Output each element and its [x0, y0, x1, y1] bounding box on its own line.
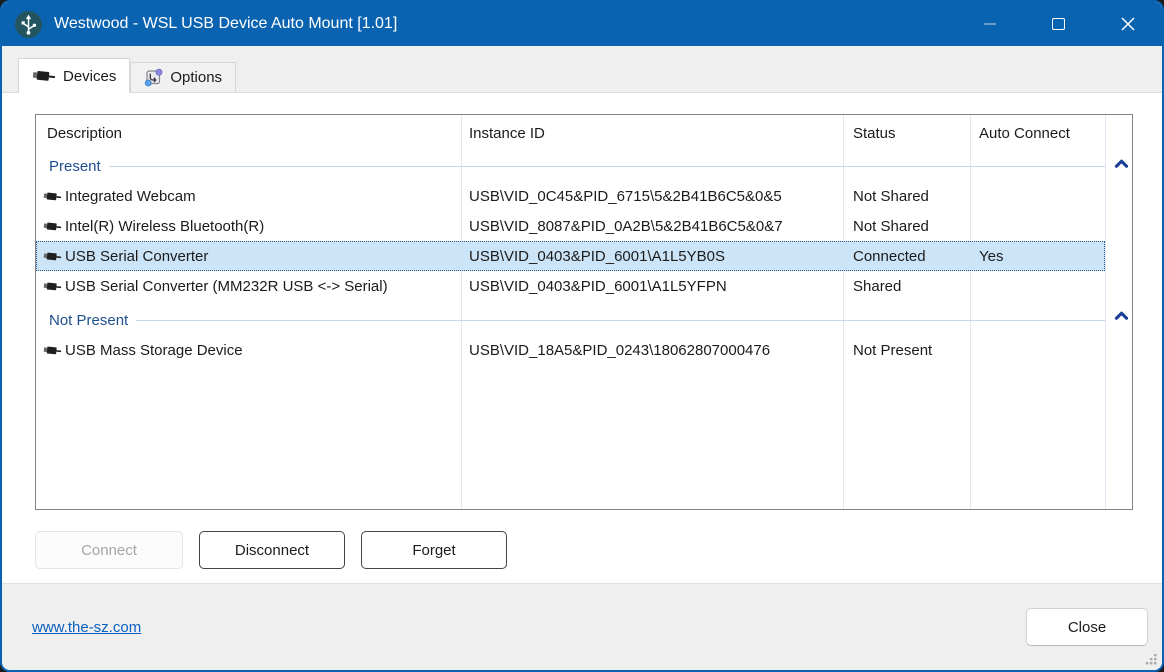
- device-instance-id: USB\VID_8087&PID_0A2B\5&2B41B6C5&0&7: [461, 218, 843, 235]
- header-description[interactable]: Description: [36, 125, 461, 142]
- device-instance-id: USB\VID_0403&PID_6001\A1L5YFPN: [461, 278, 843, 295]
- footer-bar: www.the-sz.com Close: [2, 583, 1162, 670]
- device-auto-connect: Yes: [970, 248, 1105, 265]
- tab-strip: Devices Options: [2, 46, 1162, 93]
- minimize-icon: [984, 23, 996, 25]
- close-icon: [1121, 17, 1135, 31]
- forget-button[interactable]: Forget: [361, 531, 507, 569]
- tab-devices[interactable]: Devices: [18, 58, 130, 93]
- app-window: Westwood - WSL USB Device Auto Mount [1.…: [0, 0, 1164, 672]
- tab-devices-label: Devices: [63, 68, 116, 85]
- table-header: Description Instance ID Status Auto Conn…: [36, 115, 1105, 151]
- window-title: Westwood - WSL USB Device Auto Mount [1.…: [54, 15, 397, 33]
- options-icon: [144, 68, 163, 87]
- device-description: USB Serial Converter (MM232R USB <-> Ser…: [65, 278, 388, 295]
- device-status: Connected: [843, 248, 970, 265]
- device-instance-id: USB\VID_0C45&PID_6715\5&2B41B6C5&0&5: [461, 188, 843, 205]
- resize-grip[interactable]: [1144, 652, 1158, 666]
- device-status: Not Present: [843, 342, 970, 359]
- table-rows: Present Integrated Webcam USB\VID_0C45&P…: [36, 151, 1105, 365]
- device-status: Shared: [843, 278, 970, 295]
- minimize-button[interactable]: [955, 2, 1024, 46]
- usb-plug-icon: [43, 281, 62, 292]
- device-status: Not Shared: [843, 188, 970, 205]
- titlebar: Westwood - WSL USB Device Auto Mount [1.…: [2, 2, 1162, 46]
- group-row-present[interactable]: Present: [36, 151, 1105, 181]
- tab-options[interactable]: Options: [130, 62, 236, 92]
- usb-plug-icon: [43, 191, 62, 202]
- device-instance-id: USB\VID_18A5&PID_0243\18062807000476: [461, 342, 843, 359]
- group-label: Present: [49, 158, 101, 175]
- chevron-up-icon: [1114, 158, 1129, 169]
- action-buttons: Connect Disconnect Forget: [35, 531, 507, 569]
- group-label: Not Present: [49, 312, 128, 329]
- tab-options-label: Options: [170, 69, 222, 86]
- usb-plug-icon: [32, 69, 56, 83]
- chevron-up-icon: [1114, 310, 1129, 321]
- usb-plug-icon: [43, 345, 62, 356]
- table-row[interactable]: Intel(R) Wireless Bluetooth(R) USB\VID_8…: [36, 211, 1105, 241]
- usb-app-icon: [15, 11, 42, 38]
- website-link[interactable]: www.the-sz.com: [32, 619, 141, 636]
- disconnect-button[interactable]: Disconnect: [199, 531, 345, 569]
- device-description: USB Mass Storage Device: [65, 342, 243, 359]
- window-controls: [955, 2, 1162, 46]
- table-row[interactable]: USB Mass Storage Device USB\VID_18A5&PID…: [36, 335, 1105, 365]
- table-row-selected[interactable]: USB Serial Converter USB\VID_0403&PID_60…: [36, 241, 1105, 271]
- header-auto-connect[interactable]: Auto Connect: [970, 125, 1105, 142]
- group-rule-line: [109, 166, 1105, 167]
- usb-plug-icon: [43, 251, 62, 262]
- table-row[interactable]: USB Serial Converter (MM232R USB <-> Ser…: [36, 271, 1105, 301]
- device-status: Not Shared: [843, 218, 970, 235]
- header-instance-id[interactable]: Instance ID: [461, 125, 843, 142]
- maximize-button[interactable]: [1024, 2, 1093, 46]
- table-row[interactable]: Integrated Webcam USB\VID_0C45&PID_6715\…: [36, 181, 1105, 211]
- devices-page: Description Instance ID Status Auto Conn…: [2, 94, 1162, 583]
- device-table: Description Instance ID Status Auto Conn…: [35, 114, 1133, 510]
- device-description: USB Serial Converter: [65, 248, 208, 265]
- maximize-icon: [1052, 18, 1065, 30]
- collapse-group-not-present-button[interactable]: [1110, 310, 1132, 321]
- connect-button[interactable]: Connect: [35, 531, 183, 569]
- usb-plug-icon: [43, 221, 62, 232]
- group-rule-line: [136, 320, 1105, 321]
- group-row-not-present[interactable]: Not Present: [36, 301, 1105, 335]
- column-separator: [1105, 115, 1106, 509]
- header-status[interactable]: Status: [843, 125, 970, 142]
- close-button[interactable]: Close: [1026, 608, 1148, 646]
- close-window-button[interactable]: [1093, 2, 1162, 46]
- collapse-group-present-button[interactable]: [1110, 158, 1132, 169]
- device-instance-id: USB\VID_0403&PID_6001\A1L5YB0S: [461, 248, 843, 265]
- device-description: Intel(R) Wireless Bluetooth(R): [65, 218, 264, 235]
- device-description: Integrated Webcam: [65, 188, 196, 205]
